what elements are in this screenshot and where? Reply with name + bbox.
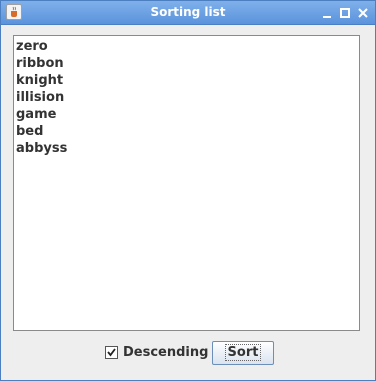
title-bar[interactable]: Sorting list (1, 1, 375, 25)
minimize-icon[interactable] (320, 5, 334, 19)
app-window: Sorting list zero ribbon knight illision… (0, 0, 376, 381)
list-item: bed (16, 124, 44, 139)
sorted-list-textarea[interactable]: zero ribbon knight illision game bed abb… (13, 35, 360, 331)
maximize-icon[interactable] (338, 5, 352, 19)
list-item: zero (16, 39, 48, 54)
controls-bar: Descending Sort (1, 341, 375, 367)
close-icon[interactable] (356, 5, 370, 19)
window-title: Sorting list (150, 5, 226, 19)
list-item: abbyss (16, 141, 68, 156)
sort-button-label: Sort (224, 344, 262, 361)
list-item: ribbon (16, 56, 64, 71)
descending-label[interactable]: Descending (123, 345, 208, 360)
list-item: game (16, 107, 57, 122)
sort-button[interactable]: Sort (212, 341, 274, 365)
list-item: knight (16, 73, 64, 88)
list-item: illision (16, 90, 65, 105)
descending-checkbox[interactable] (105, 346, 118, 359)
